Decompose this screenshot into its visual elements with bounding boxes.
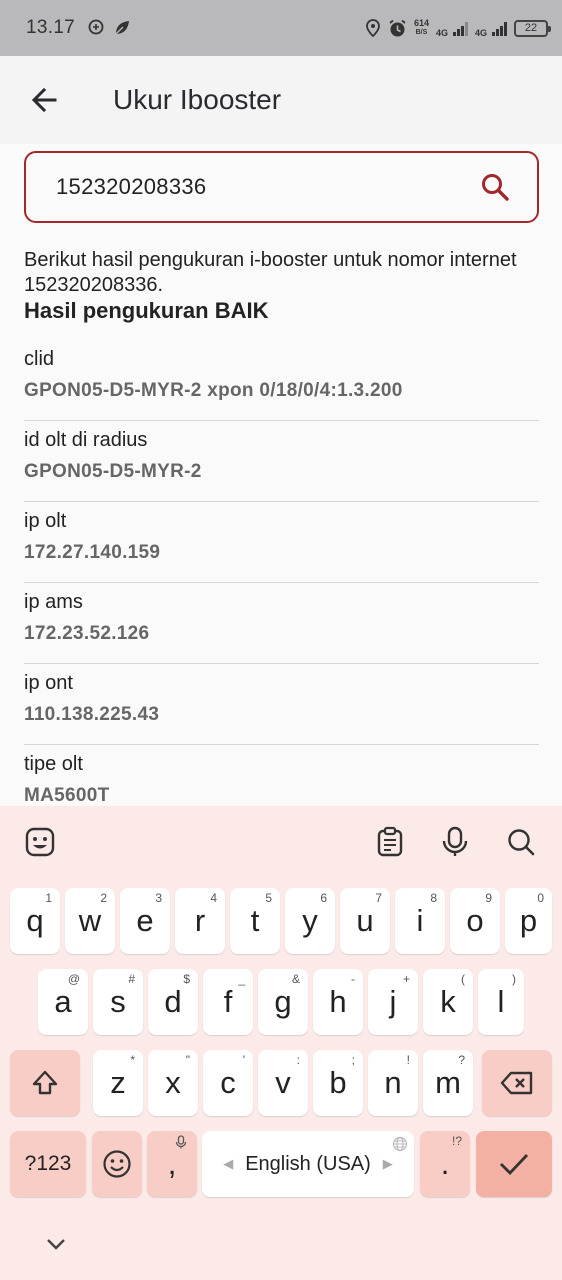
field-value: 172.27.140.159 xyxy=(24,542,161,563)
search-field[interactable] xyxy=(24,151,539,223)
result-field-list: clid GPON05-D5-MYR-2 xpon 0/18/0/4:1.3.2… xyxy=(24,340,539,806)
field-label: ip ont xyxy=(24,672,73,694)
microphone-icon xyxy=(442,826,468,856)
key-t[interactable]: t5 xyxy=(230,888,280,954)
key-c[interactable]: c ' xyxy=(203,1050,253,1116)
result-intro: Berikut hasil pengukuran i-booster untuk… xyxy=(24,249,517,296)
key-q[interactable]: q1 xyxy=(10,888,60,954)
field-label: ip ams xyxy=(24,591,83,613)
network-type-2: 4G xyxy=(474,28,487,38)
field-tipe-olt: tipe olt MA5600T xyxy=(24,745,539,806)
comma-key[interactable]: , xyxy=(147,1131,197,1197)
shift-key[interactable] xyxy=(10,1050,80,1116)
keyboard-toolbar xyxy=(0,806,562,876)
field-value: MA5600T xyxy=(24,785,110,806)
key-r[interactable]: r4 xyxy=(175,888,225,954)
key-v[interactable]: v: xyxy=(258,1050,308,1116)
field-label: id olt di radius xyxy=(24,429,148,451)
search-icon xyxy=(508,829,535,856)
app-bar: Ukur Ibooster xyxy=(0,56,562,144)
backspace-icon xyxy=(500,1071,533,1095)
key-f[interactable]: f _ xyxy=(203,969,253,1035)
field-label: ip olt xyxy=(24,510,67,532)
field-id-olt-radius: id olt di radius GPON05-D5-MYR-2 xyxy=(24,421,539,502)
field-label: tipe olt xyxy=(24,753,83,775)
key-m[interactable]: m? xyxy=(423,1050,473,1116)
emoji-key[interactable] xyxy=(92,1131,142,1197)
key-a[interactable]: a @ xyxy=(38,969,88,1035)
field-value: 110.138.225.43 xyxy=(24,704,160,725)
field-value: GPON05-D5-MYR-2 xyxy=(24,461,202,482)
emoji-sticker-button[interactable] xyxy=(20,822,60,862)
microphone-hint-icon xyxy=(175,1135,187,1149)
field-value: GPON05-D5-MYR-2 xpon 0/18/0/4:1.3.200 xyxy=(24,380,403,401)
key-b[interactable]: b; xyxy=(313,1050,363,1116)
globe-icon xyxy=(392,1136,408,1152)
chevron-left-icon: ◀ xyxy=(223,1156,234,1171)
voice-input-button[interactable] xyxy=(435,822,475,862)
location-pin-icon xyxy=(366,19,380,37)
signal-icon-2 xyxy=(492,20,507,36)
checkmark-icon xyxy=(500,1154,529,1176)
key-z[interactable]: z * xyxy=(93,1050,143,1116)
key-y[interactable]: y6 xyxy=(285,888,335,954)
smiley-icon xyxy=(103,1150,131,1178)
key-g[interactable]: g & xyxy=(258,969,308,1035)
key-x[interactable]: x " xyxy=(148,1050,198,1116)
key-p[interactable]: p0 xyxy=(505,888,552,954)
clipboard-icon xyxy=(377,826,403,857)
search-button[interactable] xyxy=(477,169,513,205)
key-l[interactable]: l) xyxy=(478,969,524,1035)
chevron-right-icon: ▶ xyxy=(382,1156,393,1171)
keyboard-search-button[interactable] xyxy=(501,822,541,862)
space-key[interactable]: ◀ English (USA) ▶ xyxy=(202,1131,414,1197)
net-speed: 614 B/S xyxy=(413,18,429,37)
back-button[interactable] xyxy=(14,70,74,130)
location-plus-icon xyxy=(88,19,104,35)
battery-icon: 22 xyxy=(514,19,551,37)
key-w[interactable]: w2 xyxy=(65,888,115,954)
leaf-icon xyxy=(115,21,130,35)
key-u[interactable]: u7 xyxy=(340,888,390,954)
search-input[interactable] xyxy=(56,174,477,200)
alarm-icon xyxy=(389,19,406,36)
enter-key[interactable] xyxy=(476,1131,552,1197)
signal-icon-1 xyxy=(452,20,468,36)
backspace-key[interactable] xyxy=(482,1050,552,1116)
clipboard-button[interactable] xyxy=(370,822,410,862)
chevron-down-icon xyxy=(47,1239,65,1250)
key-n[interactable]: n! xyxy=(368,1050,418,1116)
search-icon xyxy=(482,174,509,201)
network-type-1: 4G xyxy=(435,28,448,38)
field-ip-olt: ip olt 172.27.140.159 xyxy=(24,502,539,583)
key-i[interactable]: i8 xyxy=(395,888,445,954)
arrow-left-icon xyxy=(31,87,57,113)
status-time: 13.17 xyxy=(26,17,76,38)
key-e[interactable]: e3 xyxy=(120,888,170,954)
key-h[interactable]: h- xyxy=(313,969,363,1035)
field-label: clid xyxy=(24,348,55,370)
key-s[interactable]: s # xyxy=(93,969,143,1035)
on-screen-keyboard: q1 w2 e3 r4 t5 y6 u7 i8 o9 p0 a @ s # d $ f… xyxy=(0,806,562,1280)
shift-icon xyxy=(32,1070,58,1095)
key-j[interactable]: j + xyxy=(368,969,418,1035)
field-clid: clid GPON05-D5-MYR-2 xpon 0/18/0/4:1.3.2… xyxy=(24,340,539,421)
key-o[interactable]: o9 xyxy=(450,888,500,954)
result-status: Hasil pengukuran BAIK xyxy=(24,298,269,323)
hide-keyboard-button[interactable] xyxy=(38,1226,74,1262)
key-d[interactable]: d $ xyxy=(148,969,198,1035)
key-k[interactable]: k( xyxy=(423,969,473,1035)
field-value: 172.23.52.126 xyxy=(24,623,150,644)
field-ip-ont: ip ont 110.138.225.43 xyxy=(24,664,539,745)
symbols-key[interactable]: ?123 xyxy=(10,1131,86,1197)
period-key[interactable]: .!? xyxy=(420,1131,470,1197)
page-title: Ukur Ibooster xyxy=(113,84,282,115)
emoji-sticker-icon xyxy=(25,827,55,857)
status-bar: 13.17 614 B/S 4G 4G 22 xyxy=(0,0,562,56)
field-ip-ams: ip ams 172.23.52.126 xyxy=(24,583,539,664)
